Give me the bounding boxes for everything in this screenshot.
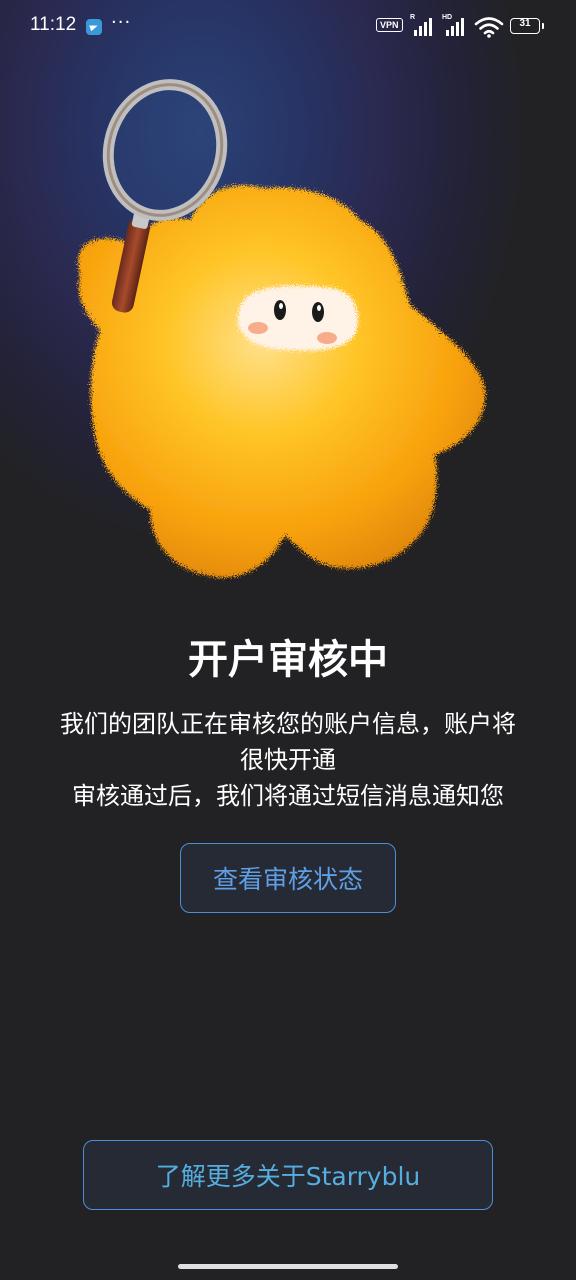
signal-tag: HD [442, 14, 453, 21]
page-title: 开户审核中 [188, 637, 388, 683]
status-time: 11:12 [30, 14, 77, 35]
status-bar: 11:12 ··· VPN R HD 31 [0, 0, 576, 56]
signal-hd-icon: HD [442, 14, 468, 36]
description-line: 审核通过后，我们将通过短信消息通知您 [72, 782, 504, 810]
signal-icon: R [410, 14, 436, 36]
review-description: 我们的团队正在审核您的账户信息，账户将 很快开通 审核通过后，我们将通过短信消息… [20, 706, 556, 814]
signal-tag: R [410, 14, 416, 21]
battery-icon: 31 [510, 18, 544, 34]
vpn-icon: VPN [376, 18, 403, 32]
description-line: 很快开通 [240, 746, 336, 774]
check-review-status-button[interactable]: 查看审核状态 [180, 843, 396, 913]
mascot-illustration [78, 79, 486, 578]
description-line: 我们的团队正在审核您的账户信息，账户将 [60, 710, 516, 738]
battery-level: 31 [519, 18, 531, 29]
more-icon: ··· [111, 12, 132, 33]
home-indicator[interactable] [178, 1264, 398, 1269]
telegram-icon [86, 19, 102, 35]
learn-more-button[interactable]: 了解更多关于Starryblu [83, 1140, 493, 1210]
wifi-icon [474, 17, 504, 38]
